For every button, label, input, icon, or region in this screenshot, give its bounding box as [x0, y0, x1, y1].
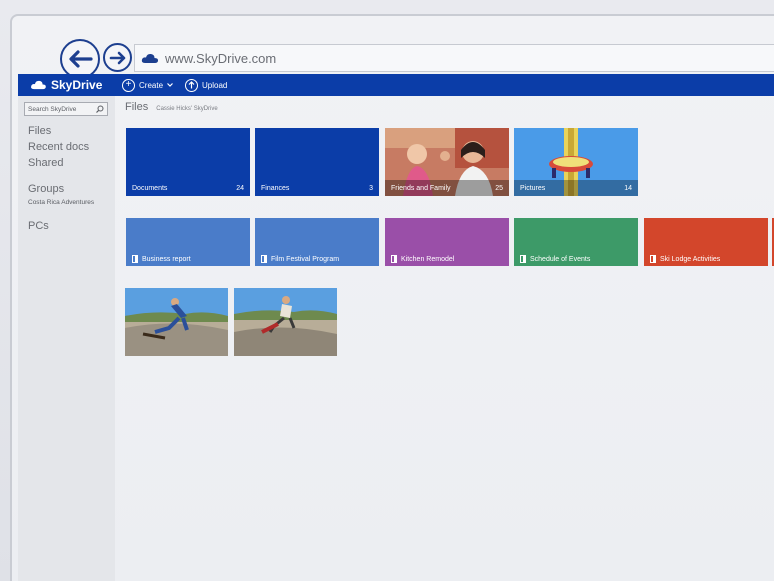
create-label: Create: [139, 80, 164, 90]
doc-label: Business report: [142, 256, 191, 263]
create-button[interactable]: + Create: [122, 78, 173, 92]
plus-icon: +: [122, 78, 135, 92]
document-icon: [261, 255, 267, 263]
back-button[interactable]: [60, 39, 100, 79]
sidebar-group-costa-rica[interactable]: Costa Rica Adventures: [18, 199, 115, 206]
doc-tile-kitchen-remodel[interactable]: Kitchen Remodel: [385, 218, 509, 266]
arrow-left-icon: [69, 50, 93, 68]
upload-icon: [185, 78, 199, 92]
files-view: Files Cassie Hicks' SkyDrive Documents 2…: [115, 96, 774, 581]
app-bar: SkyDrive + Create Upload: [18, 74, 774, 96]
search-placeholder: Search SkyDrive: [28, 105, 77, 113]
folder-count: 3: [369, 185, 373, 192]
skateboard-photo-image: [125, 288, 228, 356]
sidebar-item-recent-docs[interactable]: Recent docs: [18, 141, 115, 153]
folder-label: Friends and Family: [391, 185, 451, 192]
sidebar: Search SkyDrive Files Recent docs Shared…: [18, 96, 115, 581]
folder-tile-friends-and-family[interactable]: Friends and Family 25: [385, 128, 509, 196]
cloud-icon: [141, 53, 159, 63]
skydrive-logo[interactable]: SkyDrive: [18, 78, 122, 92]
brand-name: SkyDrive: [51, 78, 103, 92]
skateboard-photo-image: [234, 288, 337, 356]
upload-label: Upload: [202, 80, 228, 90]
doc-label: Ski Lodge Activities: [660, 256, 721, 263]
forward-button[interactable]: [103, 43, 132, 72]
folder-count: 14: [624, 185, 632, 192]
sidebar-item-pcs[interactable]: PCs: [18, 220, 115, 232]
sidebar-item-files[interactable]: Files: [18, 125, 115, 137]
doc-tile-schedule-of-events[interactable]: Schedule of Events: [514, 218, 638, 266]
photo-thumbnail-skater-1[interactable]: [125, 288, 228, 356]
folder-tile-finances[interactable]: Finances 3: [255, 128, 379, 196]
chevron-down-icon: [167, 83, 173, 87]
doc-label: Film Festival Program: [271, 256, 340, 263]
doc-label: Schedule of Events: [530, 256, 591, 263]
photo-thumbnail-skater-2[interactable]: [234, 288, 337, 356]
folder-tile-pictures[interactable]: Pictures 14: [514, 128, 638, 196]
folder-label: Documents: [132, 185, 168, 192]
doc-label: Kitchen Remodel: [401, 256, 455, 263]
document-icon: [520, 255, 526, 263]
document-icon: [391, 255, 397, 263]
arrow-right-icon: [109, 51, 125, 64]
breadcrumb-path[interactable]: Cassie Hicks' SkyDrive: [156, 106, 218, 112]
sidebar-item-shared[interactable]: Shared: [18, 157, 115, 169]
folder-count: 24: [236, 185, 244, 192]
page-title: Files: [125, 101, 149, 113]
doc-tile-ski-lodge-activities[interactable]: Ski Lodge Activities: [644, 218, 768, 266]
url-text: www.SkyDrive.com: [165, 50, 277, 66]
doc-tile-film-festival-program[interactable]: Film Festival Program: [255, 218, 379, 266]
search-input[interactable]: Search SkyDrive: [24, 102, 108, 116]
document-icon: [132, 255, 138, 263]
breadcrumb: Files Cassie Hicks' SkyDrive: [125, 101, 218, 113]
upload-button[interactable]: Upload: [185, 78, 228, 92]
cloud-icon: [31, 80, 46, 90]
sidebar-item-groups[interactable]: Groups: [18, 183, 115, 195]
folder-label: Finances: [261, 185, 290, 192]
address-bar[interactable]: www.SkyDrive.com: [134, 44, 774, 72]
folder-tile-documents[interactable]: Documents 24: [126, 128, 250, 196]
folder-label: Pictures: [520, 185, 546, 192]
document-icon: [650, 255, 656, 263]
doc-tile-business-report[interactable]: Business report: [126, 218, 250, 266]
search-icon: [96, 105, 104, 113]
folder-count: 25: [495, 185, 503, 192]
